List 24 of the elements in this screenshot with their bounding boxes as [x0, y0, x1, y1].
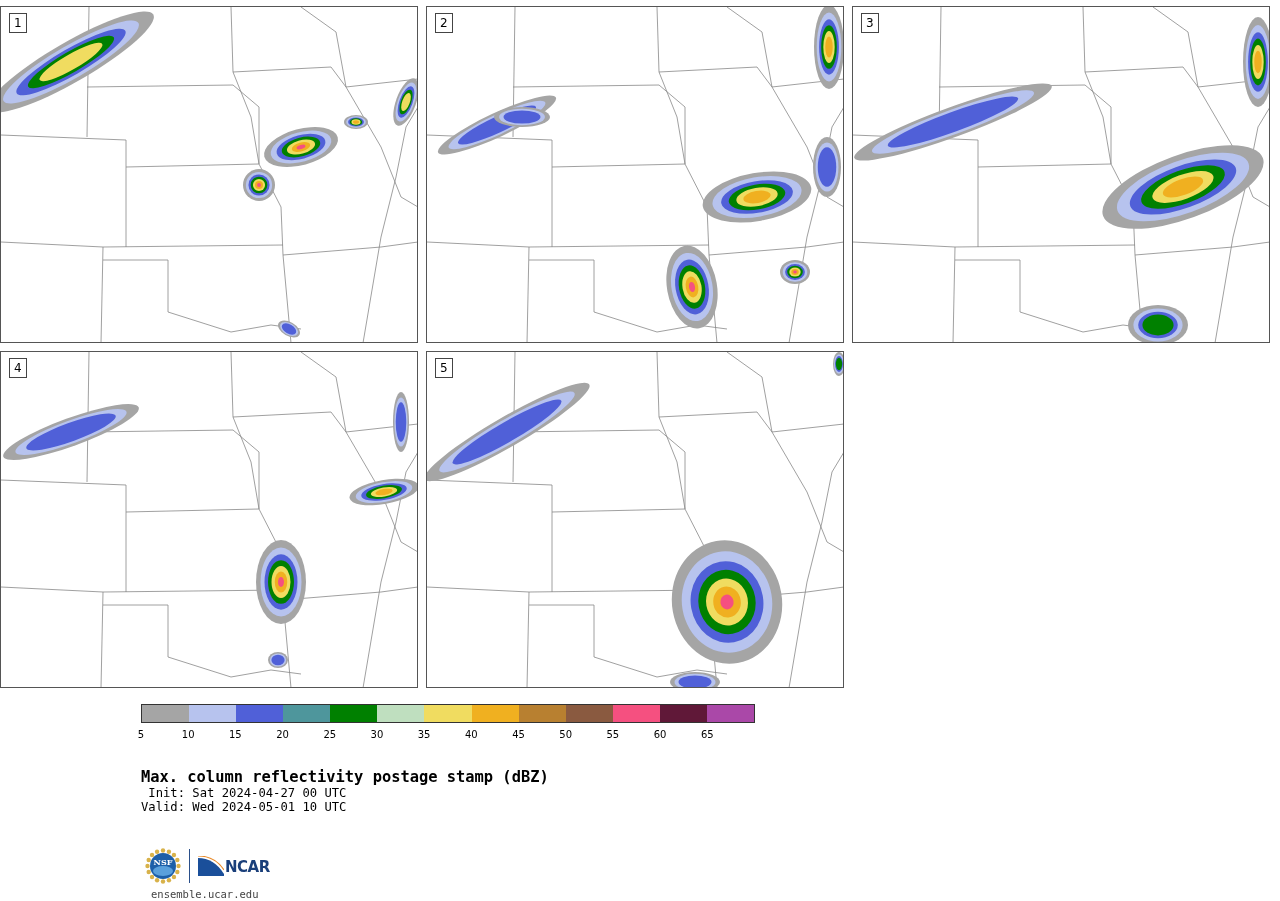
- tick-label: 35: [416, 729, 432, 740]
- tick-label: 10: [180, 729, 196, 740]
- tick-label: 65: [699, 729, 715, 740]
- tick-label: 25: [322, 729, 338, 740]
- tick-label: 15: [228, 729, 243, 740]
- tick-label: 60: [652, 729, 668, 740]
- panel-number: 1: [9, 13, 27, 33]
- tick-label: 55: [605, 729, 621, 740]
- site-url: ensemble.ucar.edu: [151, 888, 260, 900]
- tick-label: 30: [369, 729, 385, 740]
- valid-time: Valid: Wed 2024-05-01 10 UTC: [141, 800, 348, 814]
- panel-number: 3: [861, 13, 879, 33]
- tick-label: 20: [275, 729, 290, 740]
- tick-label: 50: [558, 729, 574, 740]
- tick-label: 5: [136, 729, 146, 740]
- nsf-logo: NSF: [145, 848, 181, 884]
- tick-label: 45: [511, 729, 526, 740]
- ncar-logo: NCAR: [198, 856, 270, 876]
- chart-title: Max. column reflectivity postage stamp (dBZ): [141, 768, 550, 786]
- panel-number: 5: [435, 358, 453, 378]
- panel-number: 4: [9, 358, 27, 378]
- tick-label: 40: [463, 729, 479, 740]
- panel-number: 2: [435, 13, 453, 33]
- init-time: Init: Sat 2024-04-27 00 UTC: [147, 786, 348, 800]
